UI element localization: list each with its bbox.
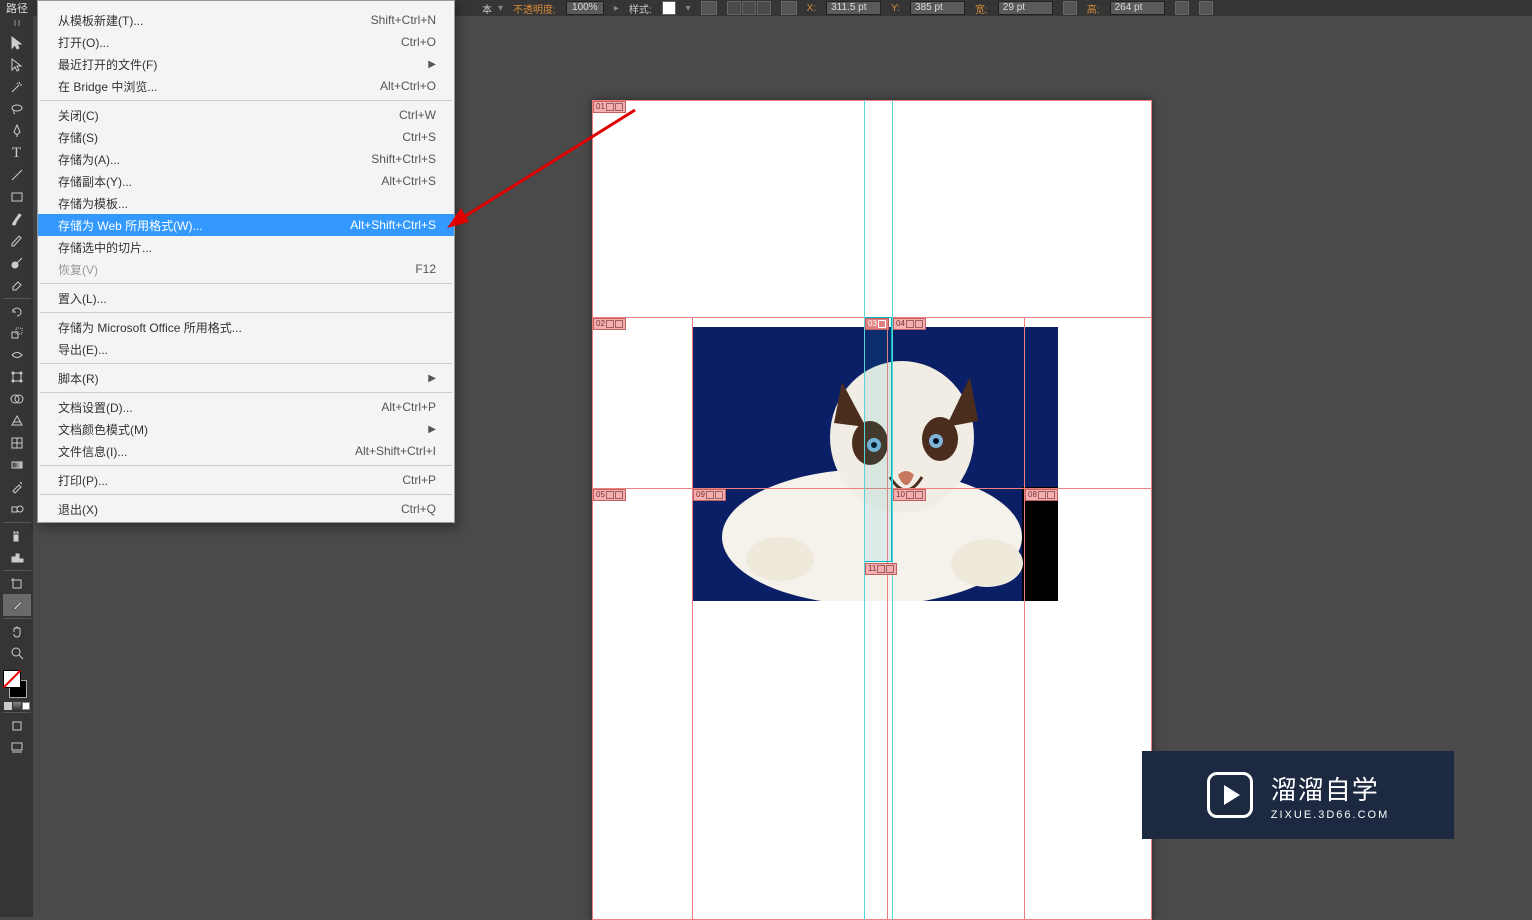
- artboard[interactable]: 01 02 03 04 05 09 10 08 11: [592, 100, 1152, 920]
- draw-mode-icon[interactable]: [3, 712, 31, 736]
- fill-swatch[interactable]: [3, 670, 21, 688]
- shape-builder-tool[interactable]: [3, 388, 31, 410]
- menu-item-18[interactable]: 导出(E)...: [38, 338, 454, 360]
- menu-item-22[interactable]: 文档设置(D)...Alt+Ctrl+P: [38, 396, 454, 418]
- direct-select-tool[interactable]: [3, 54, 31, 76]
- menu-item-20[interactable]: 脚本(R)▶: [38, 367, 454, 389]
- rectangle-tool[interactable]: [3, 186, 31, 208]
- menu-item-15[interactable]: 置入(L)...: [38, 287, 454, 309]
- artboard-tool[interactable]: [3, 570, 31, 594]
- zoom-tool[interactable]: [3, 642, 31, 664]
- screen-mode-icon[interactable]: [3, 736, 31, 758]
- menu-item-7[interactable]: 存储(S)Ctrl+S: [38, 126, 454, 148]
- menu-item-24[interactable]: 文件信息(I)...Alt+Shift+Ctrl+I: [38, 440, 454, 462]
- w-label: 宽:: [975, 1, 988, 16]
- menu-item-9[interactable]: 存储副本(Y)...Alt+Ctrl+S: [38, 170, 454, 192]
- rotate-tool[interactable]: [3, 298, 31, 322]
- slice-tag-09[interactable]: 09: [693, 489, 726, 501]
- scale-tool[interactable]: [3, 322, 31, 344]
- pen-tool[interactable]: [3, 120, 31, 142]
- slice-tag-03[interactable]: 03: [865, 318, 889, 330]
- opacity-label: 不透明度:: [513, 1, 556, 16]
- menu-item-23[interactable]: 文档颜色模式(M)▶: [38, 418, 454, 440]
- slice-tag-01[interactable]: 01: [593, 101, 626, 113]
- opacity-value[interactable]: 100%: [566, 1, 604, 15]
- extra-icon-2[interactable]: [1199, 1, 1213, 15]
- tab-label[interactable]: 路径: [6, 0, 28, 16]
- slice-tag-04[interactable]: 04: [893, 318, 926, 330]
- menu-item-8[interactable]: 存储为(A)...Shift+Ctrl+S: [38, 148, 454, 170]
- column-graph-tool[interactable]: [3, 546, 31, 568]
- panel-grip[interactable]: [3, 20, 31, 28]
- menu-item-1[interactable]: 从模板新建(T)...Shift+Ctrl+N: [38, 9, 454, 31]
- style-swatch[interactable]: [662, 1, 676, 15]
- pencil-tool[interactable]: [3, 230, 31, 252]
- menu-item-10[interactable]: 存储为模板...: [38, 192, 454, 214]
- magic-wand-tool[interactable]: [3, 76, 31, 98]
- menu-item-6[interactable]: 关闭(C)Ctrl+W: [38, 104, 454, 126]
- slice-tool[interactable]: [3, 594, 31, 616]
- x-field[interactable]: 311.5 pt: [826, 1, 881, 15]
- style-label: 样式:: [629, 1, 652, 16]
- slice-tag-08[interactable]: 08: [1025, 489, 1058, 501]
- h-field[interactable]: 264 pt: [1110, 1, 1165, 15]
- play-icon: [1207, 772, 1253, 818]
- selection-tool[interactable]: [3, 32, 31, 54]
- options-chunk: 本▾: [482, 1, 503, 16]
- watermark-title: 溜溜自学: [1271, 770, 1389, 807]
- slice-tag-10[interactable]: 10: [893, 489, 926, 501]
- blend-tool[interactable]: [3, 498, 31, 520]
- eraser-tool[interactable]: [3, 274, 31, 296]
- hand-tool[interactable]: [3, 618, 31, 642]
- slice-tag-05[interactable]: 05: [593, 489, 626, 501]
- blob-brush-tool[interactable]: [3, 252, 31, 274]
- extra-icon-1[interactable]: [1175, 1, 1189, 15]
- watermark: 溜溜自学 ZIXUE.3D66.COM: [1142, 751, 1454, 839]
- eyedropper-tool[interactable]: [3, 476, 31, 498]
- slice-tag-02[interactable]: 02: [593, 318, 626, 330]
- menu-item-28[interactable]: 退出(X)Ctrl+Q: [38, 498, 454, 520]
- align-group[interactable]: [727, 1, 771, 15]
- slice-tag-11[interactable]: 11: [865, 563, 897, 575]
- y-field[interactable]: 385 pt: [910, 1, 965, 15]
- options-bar: 本▾ 不透明度: 100% ▸ 样式: ▾ X: 311.5 pt Y: 385…: [460, 0, 1532, 16]
- fill-stroke-swatches[interactable]: [3, 670, 31, 698]
- type-tool[interactable]: T: [3, 142, 31, 164]
- menu-item-3[interactable]: 最近打开的文件(F)▶: [38, 53, 454, 75]
- width-tool[interactable]: [3, 344, 31, 366]
- transform-icon[interactable]: [781, 1, 797, 15]
- x-label: X:: [807, 3, 816, 14]
- gradient-tool[interactable]: [3, 454, 31, 476]
- w-field[interactable]: 29 pt: [998, 1, 1053, 15]
- menu-item-13[interactable]: 恢复(V)F12: [38, 258, 454, 280]
- menu-item-12[interactable]: 存储选中的切片...: [38, 236, 454, 258]
- watermark-subtitle: ZIXUE.3D66.COM: [1271, 809, 1389, 821]
- menu-item-17[interactable]: 存储为 Microsoft Office 所用格式...: [38, 316, 454, 338]
- lasso-tool[interactable]: [3, 98, 31, 120]
- tool-panel: T: [0, 16, 33, 917]
- color-mode-boxes[interactable]: [4, 702, 30, 710]
- doc-setup-icon[interactable]: [701, 1, 717, 15]
- mesh-tool[interactable]: [3, 432, 31, 454]
- line-tool[interactable]: [3, 164, 31, 186]
- symbol-sprayer-tool[interactable]: [3, 522, 31, 546]
- link-icon[interactable]: [1063, 1, 1077, 15]
- file-menu[interactable]: 从模板新建(T)...Shift+Ctrl+N打开(O)...Ctrl+O最近打…: [37, 0, 455, 523]
- free-transform-tool[interactable]: [3, 366, 31, 388]
- paintbrush-tool[interactable]: [3, 208, 31, 230]
- menu-item-26[interactable]: 打印(P)...Ctrl+P: [38, 469, 454, 491]
- y-label: Y:: [891, 3, 900, 14]
- h-label: 高:: [1087, 1, 1100, 16]
- selection-box[interactable]: [864, 317, 892, 562]
- menu-item-11[interactable]: 存储为 Web 所用格式(W)...Alt+Shift+Ctrl+S: [38, 214, 454, 236]
- menu-item-2[interactable]: 打开(O)...Ctrl+O: [38, 31, 454, 53]
- menu-item-4[interactable]: 在 Bridge 中浏览...Alt+Ctrl+O: [38, 75, 454, 97]
- perspective-tool[interactable]: [3, 410, 31, 432]
